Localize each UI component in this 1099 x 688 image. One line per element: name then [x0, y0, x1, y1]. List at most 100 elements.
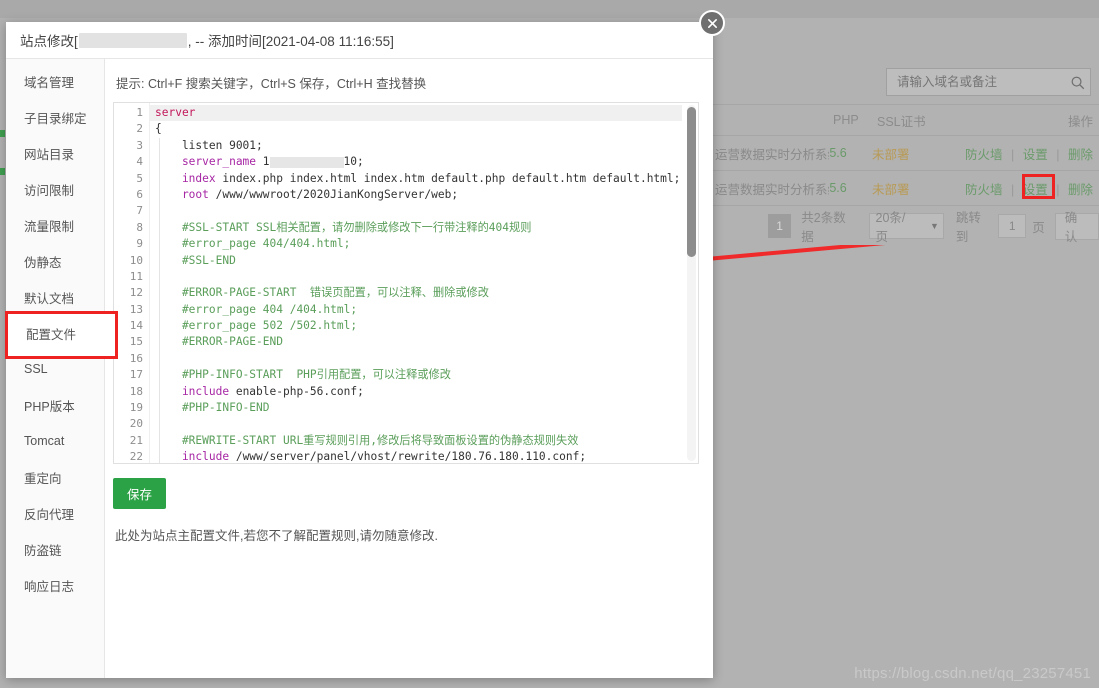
site-ssl-status: 未部署: [871, 182, 910, 197]
line-number: 8: [136, 220, 143, 234]
sidebar-item-pseudo-static[interactable]: 伪静态: [6, 243, 104, 279]
code-line: server_name 1 10;: [150, 154, 682, 171]
delete-link[interactable]: 删除: [1068, 183, 1093, 197]
firewall-link[interactable]: 防火墙: [965, 183, 1003, 197]
code-line: #error_page 502 /502.html;: [150, 318, 682, 335]
sidebar-item-label: 域名管理: [24, 75, 75, 90]
dialog-body: 域名管理 子目录绑定 网站目录 访问限制 流量限制 伪静态 默认文档 配置文件 …: [6, 59, 713, 678]
editor-hint: 提示: Ctrl+F 搜索关键字，Ctrl+S 保存，Ctrl+H 查找替换: [116, 77, 427, 91]
sidebar-item-label: 网站目录: [24, 147, 75, 162]
delete-link[interactable]: 删除: [1068, 148, 1093, 162]
site-name: 运营数据实时分析系统: [715, 147, 830, 162]
search-icon[interactable]: [1064, 69, 1090, 95]
site-modify-dialog: 站点修改[ , -- 添加时间[2021-04-08 11:16:55] 域名管…: [6, 22, 713, 678]
sidebar-item-label: Tomcat: [24, 434, 65, 448]
sidebar-item-label: 默认文档: [24, 291, 75, 306]
background-top-strip: [0, 0, 1099, 18]
page-size-select[interactable]: 20条/页 ▼: [868, 211, 944, 244]
sidebar-item-ssl[interactable]: SSL: [6, 351, 104, 387]
line-number: 6: [136, 187, 143, 201]
config-code-editor[interactable]: 1 2 3 4 5 6 7 8 9 10 11 12 13 14 15 16 1…: [113, 102, 699, 464]
code-token: enable-php-56.conf;: [229, 384, 364, 398]
sidebar-item-anti-leech[interactable]: 防盗链: [6, 531, 104, 567]
dialog-title: 站点修改[ , -- 添加时间[2021-04-08 11:16:55]: [6, 22, 713, 59]
header-operations: 操作: [1067, 114, 1093, 129]
code-line: #ERROR-PAGE-START 错误页配置，可以注释、删除或修改: [150, 285, 682, 303]
search-input[interactable]: [887, 74, 1064, 90]
chevron-down-icon: ▼: [929, 221, 939, 231]
page-number-1[interactable]: 1: [768, 214, 792, 238]
sidebar-item-default-document[interactable]: 默认文档: [6, 279, 104, 315]
code-token: #error_page 404 /404.html;: [155, 302, 358, 316]
code-token: #error_page 404/404.html;: [155, 237, 351, 251]
code-token: root: [155, 187, 209, 201]
separator: |: [1011, 182, 1015, 197]
sidebar-item-label: SSL: [24, 362, 48, 376]
sidebar-item-label: 重定向: [24, 471, 62, 486]
jump-to-label: 跳转到: [955, 211, 981, 244]
code-line: #SSL-START SSL相关配置，请勿删除或修改下一行带注释的404规则: [150, 219, 682, 237]
line-number: 10: [129, 253, 143, 267]
line-number: 17: [129, 368, 143, 382]
line-number: 1: [136, 106, 143, 119]
redacted-ip: [269, 156, 344, 168]
code-token: 10;: [343, 155, 364, 169]
annotation-config-file-label: 配置文件: [26, 328, 77, 342]
sidebar-item-response-log[interactable]: 响应日志: [6, 567, 104, 603]
sidebar-item-php-version[interactable]: PHP版本: [6, 387, 104, 423]
line-number: 13: [129, 302, 143, 316]
jump-page-input[interactable]: [998, 214, 1027, 238]
sidebar-item-label: 响应日志: [24, 579, 75, 594]
sidebar-item-domain-management[interactable]: 域名管理: [6, 63, 104, 99]
settings-link[interactable]: 设置: [1023, 183, 1048, 197]
code-token: #SSL-START SSL相关配置，请勿删除或修改下一行带注释的404规则: [155, 220, 532, 234]
sidebar-item-subdirectory-binding[interactable]: 子目录绑定: [6, 99, 104, 135]
code-token: 1: [256, 155, 270, 169]
confirm-button[interactable]: 确认: [1054, 211, 1099, 244]
save-button[interactable]: 保存: [113, 478, 167, 509]
line-number: 7: [136, 204, 143, 218]
code-line: #PHP-INFO-START PHP引用配置，可以注释或修改: [150, 367, 682, 385]
screen: PHP SSL证书 操作 运营数据实时分析系统 5.6 未部署 防火墙 | 设置…: [0, 0, 1099, 688]
line-number-gutter: 1 2 3 4 5 6 7 8 9 10 11 12 13 14 15 16 1…: [114, 103, 150, 463]
separator: |: [1056, 147, 1060, 162]
code-line: root /www/wwwroot/2020JianKongServer/web…: [150, 186, 682, 204]
dialog-main-panel: 提示: Ctrl+F 搜索关键字，Ctrl+S 保存，Ctrl+H 查找替换 1…: [105, 59, 713, 678]
sidebar-item-access-restriction[interactable]: 访问限制: [6, 171, 104, 207]
line-number: 9: [136, 237, 143, 251]
code-token: #ERROR-PAGE-END: [155, 335, 283, 349]
editor-scrollbar-thumb[interactable]: [687, 107, 696, 257]
sidebar-item-tomcat[interactable]: Tomcat: [6, 423, 104, 459]
code-token: #PHP-INFO-END: [155, 401, 270, 415]
code-line: server: [150, 105, 682, 122]
line-number: 4: [136, 155, 143, 169]
code-line: #PHP-INFO-END: [150, 400, 682, 417]
separator: |: [1056, 182, 1060, 197]
domain-search-box[interactable]: [886, 68, 1091, 96]
sidebar-item-redirect[interactable]: 重定向: [6, 459, 104, 495]
close-icon[interactable]: [699, 10, 725, 36]
editor-scrollbar-track[interactable]: [687, 105, 696, 461]
sidebar-item-label: 子目录绑定: [24, 111, 87, 126]
green-marker-1: [0, 130, 5, 137]
watermark: https://blog.csdn.net/qq_23257451: [854, 665, 1091, 682]
header-ssl: SSL证书: [877, 114, 926, 129]
code-token: /www/wwwroot/2020JianKongServer/web;: [208, 187, 459, 201]
footer-note: 此处为站点主配置文件,若您不了解配置规则,请勿随意修改.: [115, 529, 438, 543]
code-line: [150, 268, 682, 286]
sidebar-item-website-directory[interactable]: 网站目录: [6, 135, 104, 171]
sidebar-item-traffic-limit[interactable]: 流量限制: [6, 207, 104, 243]
code-line: #ERROR-PAGE-END: [150, 334, 682, 352]
header-php: PHP: [833, 113, 859, 127]
total-records-label: 共2条数据: [801, 211, 846, 244]
sidebar-item-reverse-proxy[interactable]: 反向代理: [6, 495, 104, 531]
sidebar-item-label: 伪静态: [24, 255, 62, 270]
firewall-link[interactable]: 防火墙: [965, 148, 1003, 162]
sidebar-item-label: 流量限制: [24, 219, 75, 234]
code-text-area[interactable]: server { listen 9001; server_name 1 10; i…: [150, 103, 682, 463]
code-line: #SSL-END: [150, 252, 682, 270]
code-token: server: [155, 106, 196, 119]
settings-link[interactable]: 设置: [1023, 148, 1048, 162]
sidebar-item-label: 反向代理: [24, 507, 75, 522]
sidebar-item-label: 访问限制: [24, 183, 75, 198]
